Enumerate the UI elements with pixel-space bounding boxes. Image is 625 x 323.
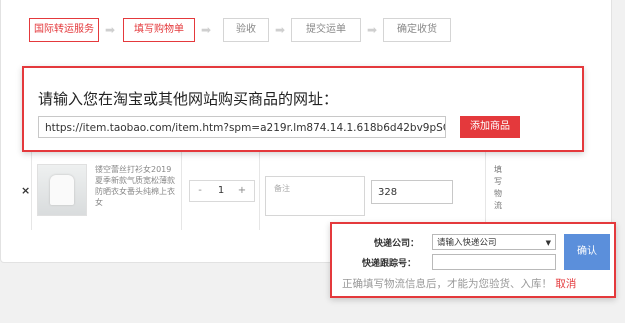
cancel-link[interactable]: 取消 [555,278,576,290]
step-arrow-icon: ➡ [275,23,286,37]
courier-company-value: 请输入快递公司 [437,238,497,248]
courier-company-select[interactable]: 请输入快递公司 ▼ [432,234,556,250]
price-input[interactable]: 328 [371,180,453,204]
cell-divider [31,150,32,230]
tracking-number-label: 快递跟踪号： [362,259,417,269]
courier-company-label: 快递公司： [374,239,420,249]
step-arrow-icon: ➡ [367,23,378,37]
fill-logistics-link[interactable]: 填写物流 [493,164,503,212]
step-submit-waybill[interactable]: 提交运单 [291,18,361,42]
product-url-input[interactable]: https://item.taobao.com/item.htm?spm=a21… [38,116,446,138]
shipping-hint-text: 正确填写物流信息后，才能为您验货、入库！ [342,278,552,290]
shipping-hint: 正确填写物流信息后，才能为您验货、入库！ 取消 [342,276,576,291]
step-confirm-receipt[interactable]: 确定收货 [383,18,451,42]
cell-divider [485,150,486,230]
url-dialog-title: 请输入您在淘宝或其他网站购买商品的网址： [38,90,339,108]
product-thumbnail[interactable] [37,164,87,216]
step-inspect[interactable]: 验收 [223,18,269,42]
delete-icon[interactable]: × [21,184,30,197]
add-product-button[interactable]: 添加商品 [460,116,520,138]
shipping-dialog: 快递公司： 请输入快递公司 ▼ 快递跟踪号： 确认 正确填写物流信息后，才能为您… [330,222,616,298]
step-arrow-icon: ➡ [105,23,116,37]
step-international-transfer[interactable]: 国际转运服务 [29,18,99,42]
product-name[interactable]: 镂空蕾丝打衫女2019夏季新款气质宽松薄款防晒衣女番头纯棉上衣女 [95,164,175,208]
step-fill-shopping-list[interactable]: 填写购物单 [123,18,195,42]
tracking-number-input[interactable] [432,254,556,270]
url-input-dialog: 请输入您在淘宝或其他网站购买商品的网址： https://item.taobao… [22,66,584,152]
chevron-down-icon: ▼ [545,239,551,247]
product-row: × 镂空蕾丝打衫女2019夏季新款气质宽松薄款防晒衣女番头纯棉上衣女 - 1 +… [11,150,503,230]
cell-divider [259,150,260,230]
confirm-button[interactable]: 确认 [564,234,610,270]
note-textarea[interactable]: 备注 [265,176,365,216]
cell-divider [181,150,182,230]
qty-plus-button[interactable]: + [232,181,252,201]
qty-minus-button[interactable]: - [190,181,210,201]
quantity-stepper: - 1 + [189,180,255,202]
step-arrow-icon: ➡ [201,23,212,37]
qty-value[interactable]: 1 [210,181,232,201]
